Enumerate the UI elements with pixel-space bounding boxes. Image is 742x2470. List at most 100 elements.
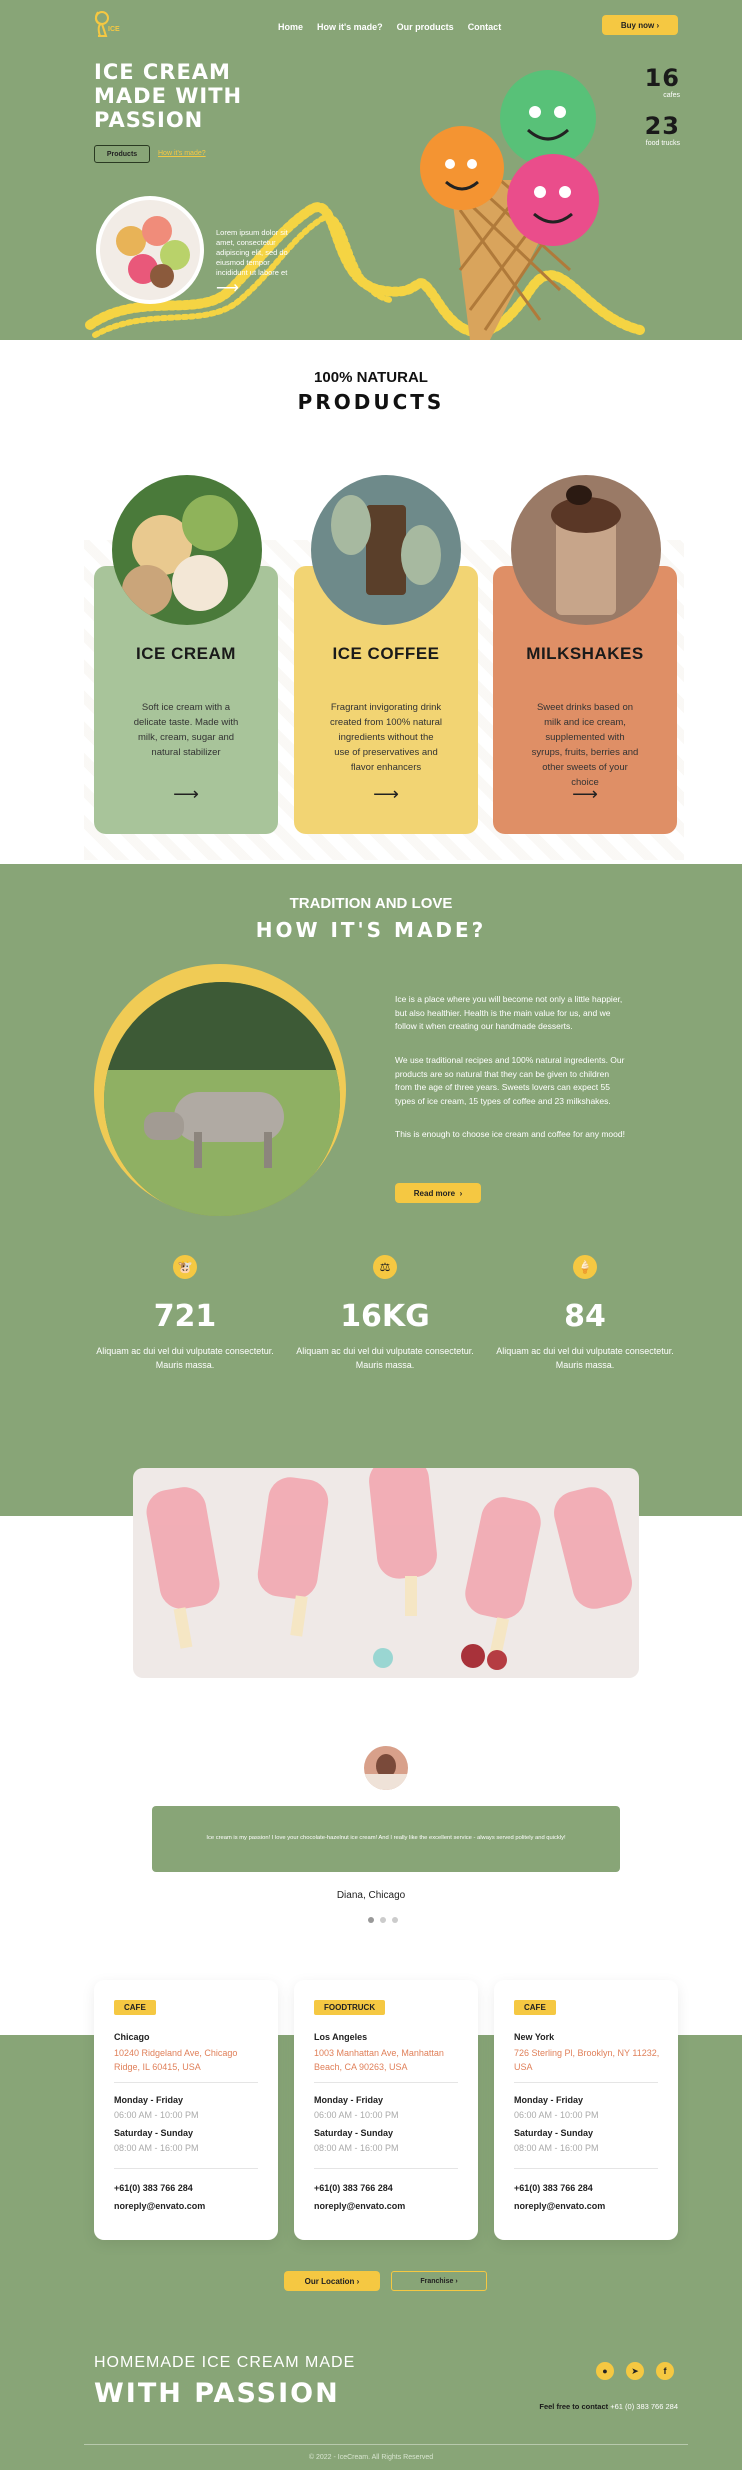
weekend-label: Saturday - Sunday	[114, 2128, 194, 2138]
weekend-hours: 08:00 AM - 16:00 PM	[514, 2143, 599, 2153]
hero-ice-cream-plate-image	[96, 196, 204, 304]
stat-trucks-number: 23	[644, 112, 680, 140]
hero-ice-cream-cone-image	[420, 70, 599, 340]
avatar	[364, 1746, 408, 1790]
stat-block: 🐮 721 Aliquam ac dui vel dui vulputate c…	[85, 1255, 285, 1372]
weekday-label: Monday - Friday	[114, 2095, 184, 2105]
product-desc: Sweet drinks based on milk and ice cream…	[531, 702, 639, 788]
testimonial-quote: Ice cream is my passion! I love your cho…	[206, 1835, 566, 1841]
stat-cafes-label: cafes	[663, 92, 680, 99]
nav-how[interactable]: How it's made?	[317, 22, 383, 32]
arrow-right-icon[interactable]: ⟶	[493, 784, 677, 805]
ice-cream-product-image	[112, 475, 262, 625]
location-address[interactable]: 1003 Manhattan Ave, Manhattan Beach, CA …	[314, 2046, 464, 2074]
footer-divider	[84, 2444, 688, 2445]
location-city: Chicago	[114, 2032, 150, 2042]
chevron-right-icon: ›	[455, 1188, 463, 1198]
divider	[314, 2168, 458, 2169]
contact-phone[interactable]: +61 (0) 383 766 284	[610, 2402, 678, 2411]
carousel-dot[interactable]	[380, 1917, 386, 1923]
how-paragraph-2: We use traditional recipes and 100% natu…	[395, 1055, 625, 1106]
stat-number: 16KG	[340, 1299, 430, 1334]
read-more-label: Read more	[413, 1188, 456, 1198]
main-nav: Home How it's made? Our products Contact	[278, 22, 515, 32]
arrow-right-icon[interactable]: ⟶	[216, 278, 239, 298]
weekday-hours: 06:00 AM - 10:00 PM	[314, 2110, 399, 2120]
location-card: CAFE Chicago 10240 Ridgeland Ave, Chicag…	[94, 1980, 278, 2240]
product-name: ICE CREAM	[136, 644, 236, 663]
stat-label: Aliquam ac dui vel dui vulputate consect…	[496, 1346, 674, 1370]
buy-now-label: Buy now	[620, 20, 655, 30]
divider	[114, 2168, 258, 2169]
stat-block: 🍦 84 Aliquam ac dui vel dui vulputate co…	[485, 1255, 685, 1372]
location-email[interactable]: noreply@envato.com	[314, 2201, 405, 2211]
weekend-hours: 08:00 AM - 16:00 PM	[114, 2143, 199, 2153]
popsicle-banner-image	[133, 1468, 639, 1678]
location-tag: FOODTRUCK	[314, 2000, 386, 2015]
contact-line: Feel free to contact +61 (0) 383 766 284	[520, 2402, 678, 2411]
location-card: CAFE New York 726 Sterling Pl, Brooklyn,…	[494, 1980, 678, 2240]
carousel-dot[interactable]	[392, 1917, 398, 1923]
facebook-icon[interactable]: f	[656, 2362, 674, 2380]
hero-title-line: ICE CREAM	[94, 60, 231, 84]
social-icons: ● ➤ f	[596, 2362, 674, 2380]
our-location-button[interactable]: Our Location ›	[284, 2271, 380, 2291]
weekday-label: Monday - Friday	[314, 2095, 384, 2105]
divider	[514, 2168, 658, 2169]
product-desc: Fragrant invigorating drink created from…	[330, 702, 442, 773]
hero-lorem-text: Lorem ipsum dolor sit amet, consectetur …	[216, 228, 288, 277]
location-phone[interactable]: +61(0) 383 766 284	[114, 2183, 193, 2193]
cow-image	[94, 964, 346, 1216]
product-name: MILKSHAKES	[526, 644, 644, 663]
read-more-button[interactable]: Read more ›	[395, 1183, 481, 1203]
carousel-dot[interactable]	[368, 1917, 374, 1923]
arrow-right-icon[interactable]: ⟶	[94, 784, 278, 805]
location-phone[interactable]: +61(0) 383 766 284	[314, 2183, 393, 2193]
stat-trucks-label: food trucks	[645, 140, 680, 147]
chevron-right-icon: ›	[453, 2277, 458, 2285]
our-location-label: Our Location	[304, 2276, 355, 2286]
location-tag: CAFE	[514, 2000, 556, 2015]
how-title: HOW IT'S MADE?	[255, 918, 487, 942]
github-icon[interactable]: ●	[596, 2362, 614, 2380]
ice-cream-icon: 🍦	[573, 1255, 597, 1279]
buy-now-button[interactable]: Buy now ›	[602, 15, 678, 35]
logo[interactable]	[92, 10, 122, 38]
how-paragraph-3: This is enough to choose ice cream and c…	[395, 1129, 625, 1139]
nav-contact[interactable]: Contact	[468, 22, 502, 32]
location-city: Los Angeles	[314, 2032, 368, 2042]
franchise-label: Franchise	[420, 2277, 454, 2285]
stat-number: 84	[564, 1299, 606, 1334]
weekend-label: Saturday - Sunday	[314, 2128, 394, 2138]
how-paragraph-1: Ice is a place where you will become not…	[395, 994, 623, 1031]
location-city: New York	[514, 2032, 555, 2042]
how-link[interactable]: How it's made?	[158, 150, 206, 157]
weekday-label: Monday - Friday	[514, 2095, 584, 2105]
testimonial-author: Diana, Chicago	[336, 1890, 406, 1901]
stat-label: Aliquam ac dui vel dui vulputate consect…	[96, 1346, 274, 1370]
contact-label: Feel free to contact	[539, 2402, 609, 2411]
weekday-hours: 06:00 AM - 10:00 PM	[514, 2110, 599, 2120]
divider	[314, 2082, 458, 2083]
location-tag: CAFE	[114, 2000, 156, 2015]
weight-icon: ⚖	[373, 1255, 397, 1279]
products-button[interactable]: Products	[94, 145, 150, 163]
telegram-icon[interactable]: ➤	[626, 2362, 644, 2380]
location-phone[interactable]: +61(0) 383 766 284	[514, 2183, 593, 2193]
location-address[interactable]: 726 Sterling Pl, Brooklyn, NY 11232, USA	[514, 2046, 664, 2074]
nav-products[interactable]: Our products	[397, 22, 454, 32]
nav-home[interactable]: Home	[278, 22, 303, 32]
products-title: PRODUCTS	[297, 390, 445, 414]
divider	[514, 2082, 658, 2083]
arrow-right-icon[interactable]: ⟶	[294, 784, 478, 805]
franchise-button[interactable]: Franchise ›	[391, 2271, 487, 2291]
footer-line-1: HOMEMADE ICE CREAM MADE	[94, 2354, 356, 2371]
location-address[interactable]: 10240 Ridgeland Ave, Chicago Ridge, IL 6…	[114, 2046, 264, 2074]
hero-title-line: MADE WITH	[94, 84, 243, 108]
chevron-right-icon: ›	[654, 20, 660, 30]
chevron-right-icon: ›	[354, 2276, 360, 2286]
location-email[interactable]: noreply@envato.com	[114, 2201, 205, 2211]
testimonial-box: Ice cream is my passion! I love your cho…	[152, 1806, 620, 1872]
stat-number: 721	[153, 1299, 217, 1334]
location-email[interactable]: noreply@envato.com	[514, 2201, 605, 2211]
